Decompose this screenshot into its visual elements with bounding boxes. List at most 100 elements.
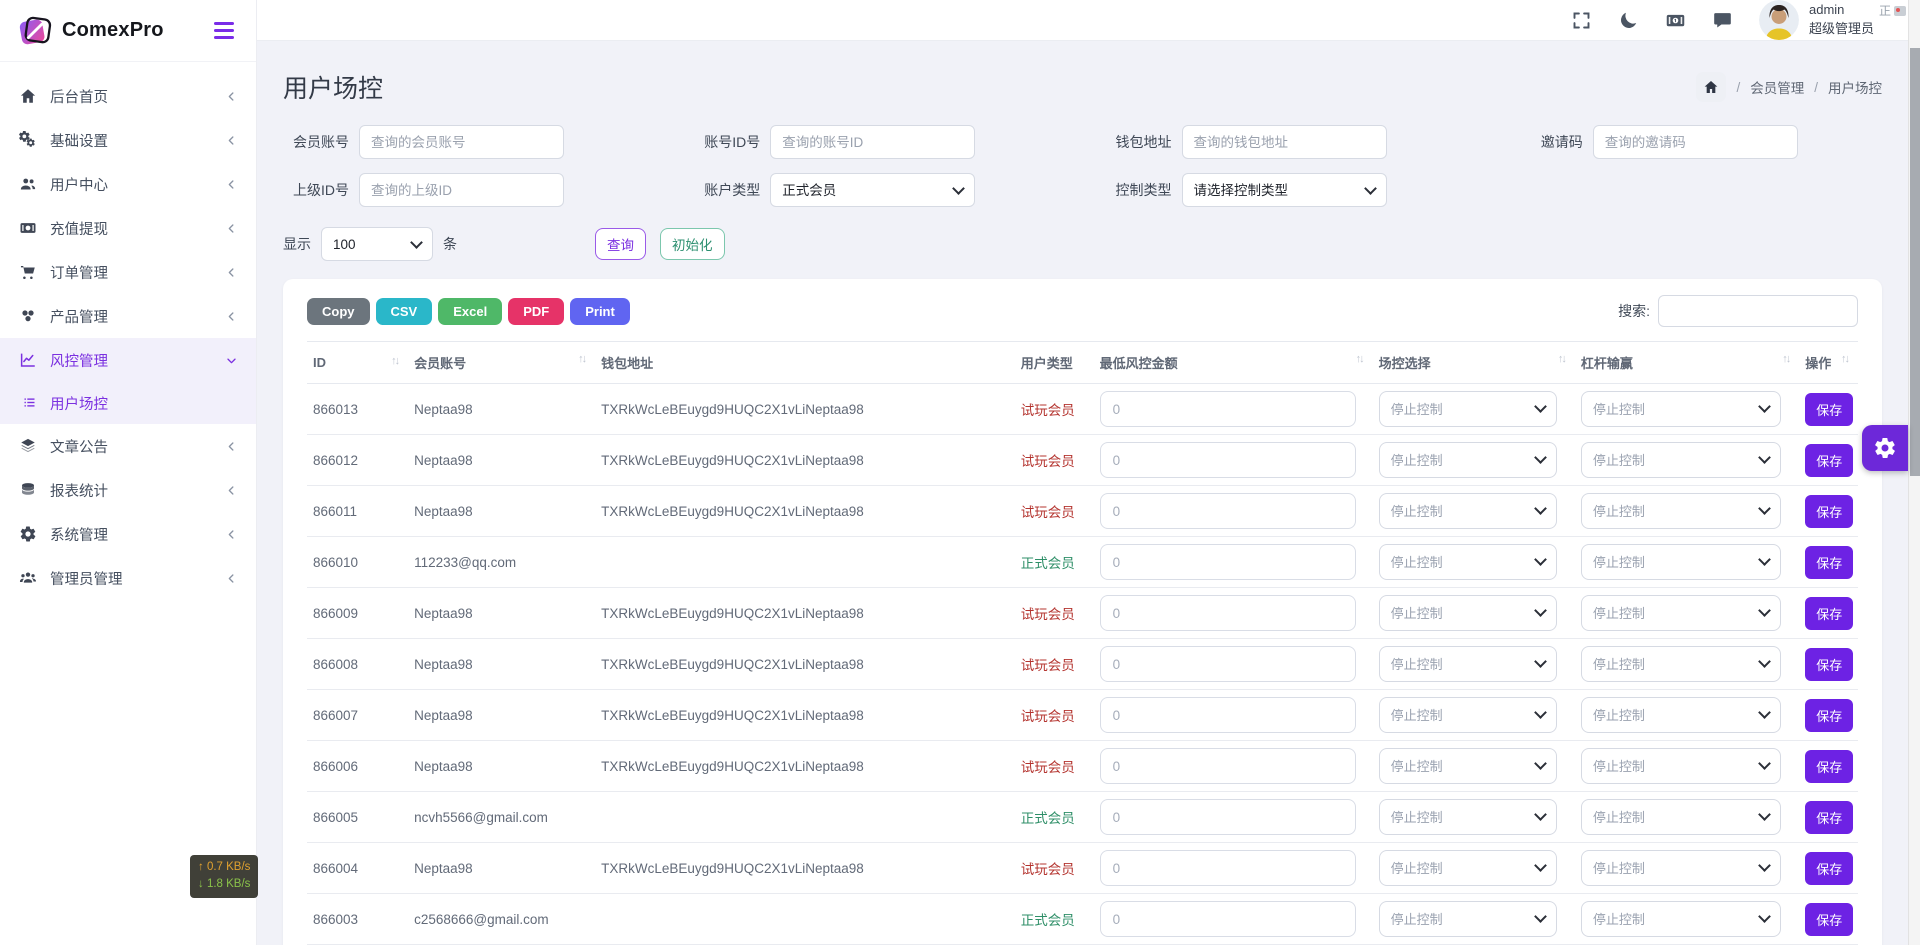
save-button[interactable]: 保存	[1805, 393, 1853, 426]
min-risk-amount-input[interactable]	[1100, 799, 1356, 835]
sort-icon[interactable]: ↑↓	[391, 355, 402, 367]
control-type-select[interactable]: 请选择控制类型	[1182, 173, 1387, 207]
invite-code-input[interactable]	[1593, 125, 1798, 159]
column-header[interactable]: ID↑↓	[307, 342, 408, 384]
column-header[interactable]: 杠杆输赢↑↓	[1575, 342, 1799, 384]
wallet-address-input[interactable]	[1182, 125, 1387, 159]
leverage-select[interactable]: 停止控制	[1581, 442, 1781, 478]
sidebar-item-report-statistics[interactable]: 报表统计	[0, 468, 256, 512]
leverage-select[interactable]: 停止控制	[1581, 391, 1781, 427]
save-button[interactable]: 保存	[1805, 801, 1853, 834]
field-control-select[interactable]: 停止控制	[1379, 595, 1558, 631]
sidebar-item-system-management[interactable]: 系统管理	[0, 512, 256, 556]
sidebar-item-risk-management[interactable]: 风控管理	[0, 338, 256, 382]
min-risk-amount-input[interactable]	[1100, 493, 1356, 529]
column-header[interactable]: 最低风控金额↑↓	[1094, 342, 1373, 384]
save-button[interactable]: 保存	[1805, 597, 1853, 630]
account-id-input[interactable]	[770, 125, 975, 159]
sidebar-item-admin-management[interactable]: 管理员管理	[0, 556, 256, 600]
sidebar-item-user-center[interactable]: 用户中心	[0, 162, 256, 206]
breadcrumb-parent[interactable]: 会员管理	[1750, 77, 1804, 97]
sort-icon[interactable]: ↑↓	[578, 353, 589, 365]
column-header[interactable]: 操作↑↓	[1799, 342, 1858, 384]
min-risk-amount-input[interactable]	[1100, 646, 1356, 682]
min-risk-amount-input[interactable]	[1100, 697, 1356, 733]
field-control-select[interactable]: 停止控制	[1379, 442, 1558, 478]
column-header[interactable]: 场控选择↑↓	[1373, 342, 1575, 384]
reset-button[interactable]: 初始化	[660, 228, 725, 260]
leverage-select[interactable]: 停止控制	[1581, 544, 1781, 580]
settings-fab[interactable]	[1862, 425, 1908, 471]
sidebar-item-dashboard[interactable]: 后台首页	[0, 74, 256, 118]
min-risk-amount-input[interactable]	[1100, 442, 1356, 478]
field-control-select[interactable]: 停止控制	[1379, 493, 1558, 529]
save-button[interactable]: 保存	[1805, 495, 1853, 528]
save-button[interactable]: 保存	[1805, 852, 1853, 885]
corner-overlay: 正	[1879, 2, 1906, 19]
banknote-icon[interactable]	[1665, 10, 1686, 31]
sort-icon[interactable]: ↑↓	[1782, 353, 1793, 365]
field-control-select[interactable]: 停止控制	[1379, 799, 1558, 835]
menu-toggle-icon[interactable]	[210, 18, 238, 43]
field-control-select[interactable]: 停止控制	[1379, 850, 1558, 886]
sidebar-item-basic-settings[interactable]: 基础设置	[0, 118, 256, 162]
min-risk-amount-input[interactable]	[1100, 850, 1356, 886]
save-button[interactable]: 保存	[1805, 699, 1853, 732]
sidebar-item-product-management[interactable]: 产品管理	[0, 294, 256, 338]
sidebar-item-recharge-withdraw[interactable]: 充值提现	[0, 206, 256, 250]
breadcrumb-home-icon[interactable]	[1696, 72, 1726, 102]
min-risk-amount-input[interactable]	[1100, 544, 1356, 580]
pdf-export-button[interactable]: PDF	[508, 298, 564, 325]
page-size-select[interactable]: 100	[321, 227, 433, 261]
field-control-select[interactable]: 停止控制	[1379, 748, 1558, 784]
breadcrumb-separator: /	[1736, 80, 1740, 95]
min-risk-amount-input[interactable]	[1100, 901, 1356, 937]
copy-export-button[interactable]: Copy	[307, 298, 370, 325]
save-button[interactable]: 保存	[1805, 648, 1853, 681]
query-button[interactable]: 查询	[595, 228, 646, 260]
chat-icon[interactable]	[1712, 10, 1733, 31]
save-button[interactable]: 保存	[1805, 750, 1853, 783]
banknote-icon	[18, 218, 38, 238]
excel-export-button[interactable]: Excel	[438, 298, 502, 325]
sidebar-item-order-management[interactable]: 订单管理	[0, 250, 256, 294]
scrollbar-thumb[interactable]	[1910, 48, 1920, 476]
column-header[interactable]: 会员账号↑↓	[408, 342, 595, 384]
min-risk-amount-input[interactable]	[1100, 391, 1356, 427]
save-button[interactable]: 保存	[1805, 903, 1853, 936]
sort-icon[interactable]: ↑↓	[1356, 353, 1367, 365]
csv-export-button[interactable]: CSV	[376, 298, 433, 325]
dark-mode-moon-icon[interactable]	[1618, 10, 1639, 31]
leverage-select[interactable]: 停止控制	[1581, 799, 1781, 835]
min-risk-amount-input[interactable]	[1100, 595, 1356, 631]
fullscreen-icon[interactable]	[1571, 10, 1592, 31]
leverage-select[interactable]: 停止控制	[1581, 595, 1781, 631]
leverage-select[interactable]: 停止控制	[1581, 901, 1781, 937]
parent-id-input[interactable]	[359, 173, 564, 207]
field-control-select[interactable]: 停止控制	[1379, 901, 1558, 937]
sort-icon[interactable]: ↑↓	[1841, 353, 1852, 365]
leverage-select[interactable]: 停止控制	[1581, 748, 1781, 784]
cell-account: Neptaa98	[408, 486, 595, 537]
table-header-row: ID↑↓会员账号↑↓钱包地址用户类型最低风控金额↑↓场控选择↑↓杠杆输赢↑↓操作…	[307, 342, 1858, 384]
sidebar-item-article-announcement[interactable]: 文章公告	[0, 424, 256, 468]
print-export-button[interactable]: Print	[570, 298, 630, 325]
leverage-select[interactable]: 停止控制	[1581, 697, 1781, 733]
field-control-select[interactable]: 停止控制	[1379, 646, 1558, 682]
member-account-input[interactable]	[359, 125, 564, 159]
leverage-select[interactable]: 停止控制	[1581, 493, 1781, 529]
leverage-select[interactable]: 停止控制	[1581, 850, 1781, 886]
save-button[interactable]: 保存	[1805, 444, 1853, 477]
sidebar-subitem-user-field-control[interactable]: 用户场控	[0, 382, 256, 424]
page-scrollbar[interactable]	[1908, 0, 1920, 945]
min-risk-amount-input[interactable]	[1100, 748, 1356, 784]
user-menu[interactable]: admin 超级管理员	[1759, 0, 1874, 40]
leverage-select[interactable]: 停止控制	[1581, 646, 1781, 682]
account-type-select[interactable]: 正式会员	[770, 173, 975, 207]
field-control-select[interactable]: 停止控制	[1379, 697, 1558, 733]
field-control-select[interactable]: 停止控制	[1379, 544, 1558, 580]
table-search-input[interactable]	[1658, 295, 1858, 327]
save-button[interactable]: 保存	[1805, 546, 1853, 579]
sort-icon[interactable]: ↑↓	[1558, 353, 1569, 365]
field-control-select[interactable]: 停止控制	[1379, 391, 1558, 427]
